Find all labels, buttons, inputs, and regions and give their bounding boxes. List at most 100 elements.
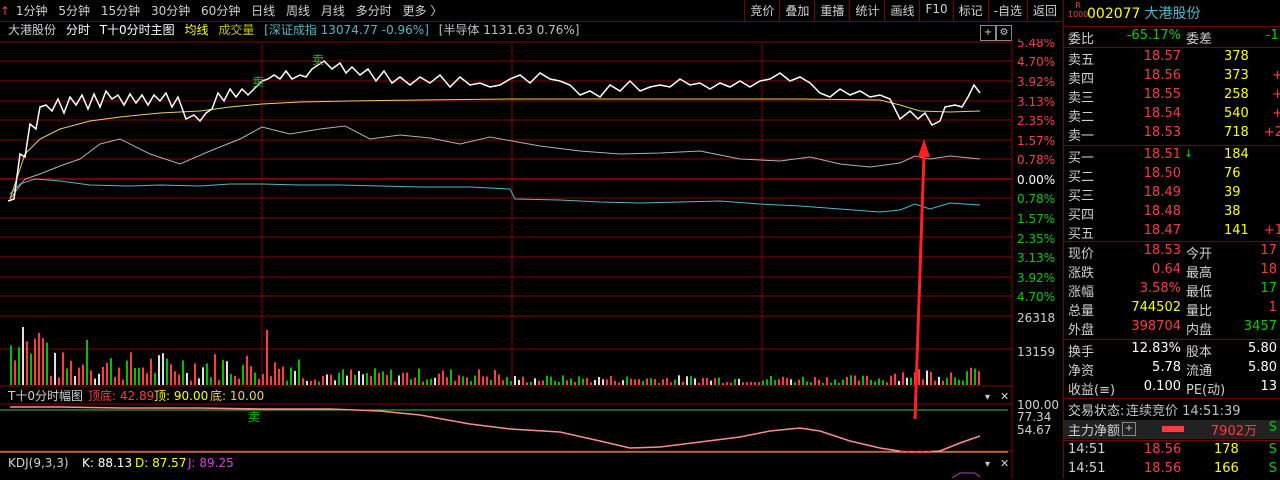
volume-bar <box>882 380 884 385</box>
tab-more[interactable]: 更多 〉 <box>403 4 443 18</box>
bid-row[interactable]: 买一 18.51 ↓ 184 <box>1064 147 1280 166</box>
menu-arrow-icon[interactable]: ↑ <box>0 4 10 18</box>
volume-bar <box>382 371 384 385</box>
volume-bar <box>530 381 532 385</box>
draw-line-button[interactable]: 画线 <box>884 0 919 21</box>
volume-bar <box>422 381 424 385</box>
volume-bar <box>78 367 80 385</box>
tab-day[interactable]: 日线 <box>251 4 275 18</box>
volume-bar <box>634 379 636 385</box>
volume-bar <box>522 376 524 385</box>
volume-bar <box>902 372 904 385</box>
bid-row[interactable]: 买三 18.49 39 <box>1064 185 1280 204</box>
volume-bar <box>290 367 292 385</box>
svg-text:54.67: 54.67 <box>1017 423 1051 437</box>
volume-bar <box>346 375 348 385</box>
price-line <box>7 60 981 202</box>
svg-text:T十0分时幅图: T十0分时幅图 <box>7 388 83 403</box>
volume-bar <box>890 375 892 385</box>
ask-row[interactable]: 卖五 18.57 378 <box>1064 49 1280 68</box>
volume-bar <box>150 358 152 385</box>
tab-week[interactable]: 周线 <box>286 4 310 18</box>
replay-button[interactable]: 重播 <box>814 0 849 21</box>
kdj-dropdown-icon[interactable]: ▾ <box>985 459 990 470</box>
auction-button[interactable]: 竞价 <box>744 0 779 21</box>
volume-bar <box>206 363 208 385</box>
main-indicator-label[interactable]: T十0分时主图 <box>100 23 175 37</box>
bid-row[interactable]: 买五 18.47 141 +1 <box>1064 223 1280 242</box>
volume-bar <box>594 379 596 385</box>
stats-button[interactable]: 统计 <box>849 0 884 21</box>
mark-button[interactable]: 标记 <box>952 0 988 21</box>
volume-bar <box>14 360 16 385</box>
volume-bar <box>230 374 232 385</box>
volume-bar <box>222 359 224 385</box>
ask-row[interactable]: 卖三 18.55 258 + <box>1064 87 1280 106</box>
sub-panel-close-icon[interactable]: ✕ <box>1000 390 1009 403</box>
remove-watchlist-button[interactable]: -自选 <box>987 0 1027 21</box>
intraday-chart[interactable]: 卖 卖 卖 5.48% 4.70% 3.92% 3.13% 2.35% 1.57… <box>0 39 1062 478</box>
volume-bar <box>514 375 516 385</box>
volume-bar <box>630 378 632 385</box>
tab-5min[interactable]: 5分钟 <box>58 4 90 18</box>
sub-panel-dropdown-icon[interactable]: ▾ <box>985 392 990 403</box>
volume-bar <box>762 380 764 385</box>
volume-bar <box>546 375 548 385</box>
ask-row[interactable]: 卖一 18.53 718 +2 <box>1064 125 1280 144</box>
main-flow-row[interactable]: 主力净额 + 7902万 S <box>1064 420 1280 439</box>
volume-bar <box>674 379 676 385</box>
volume-bar <box>250 366 252 385</box>
volume-bar <box>934 380 936 385</box>
volume-bar <box>46 342 48 385</box>
bid-row[interactable]: 买二 18.50 76 <box>1064 166 1280 185</box>
bid-row[interactable]: 买四 18.48 38 <box>1064 204 1280 223</box>
volume-bar <box>850 375 852 385</box>
volume-bar <box>818 379 820 385</box>
volume-bar <box>114 376 116 385</box>
volume-bar <box>510 381 512 385</box>
volume-bar <box>786 378 788 385</box>
arrow-head <box>918 139 930 157</box>
volume-bar <box>606 379 608 385</box>
volume-bar <box>246 355 248 385</box>
volume-bar <box>166 358 168 385</box>
volume-bar <box>122 379 124 385</box>
svg-text:4.70%: 4.70% <box>1017 55 1055 69</box>
back-button[interactable]: 返回 <box>1026 0 1062 21</box>
ask-row[interactable]: 卖四 18.56 373 + <box>1064 68 1280 87</box>
volume-bar <box>918 369 920 385</box>
tab-60min[interactable]: 60分钟 <box>201 4 240 18</box>
volume-bar <box>842 379 844 385</box>
tab-multi-intraday[interactable]: 多分时 <box>356 4 392 18</box>
volume-bar <box>70 360 72 385</box>
volume-bar <box>822 382 824 385</box>
tab-30min[interactable]: 30分钟 <box>151 4 190 18</box>
kdj-close-icon[interactable]: ✕ <box>1000 457 1009 470</box>
volume-bar <box>954 377 956 385</box>
ask-row[interactable]: 卖二 18.54 540 + <box>1064 106 1280 125</box>
volume-bar <box>54 352 56 385</box>
volume-bar <box>362 374 364 385</box>
volume-bar <box>874 381 876 385</box>
tab-1min[interactable]: 1分钟 <box>16 4 48 18</box>
volume-bar <box>794 382 796 385</box>
mode-label[interactable]: 分时 <box>66 23 90 37</box>
f10-button[interactable]: F10 <box>919 0 952 21</box>
volume-bar <box>834 379 836 385</box>
overlay-button[interactable]: 叠加 <box>779 0 814 21</box>
svg-text:0.78%: 0.78% <box>1017 192 1055 206</box>
svg-text:K: 88.13: K: 88.13 <box>82 456 132 470</box>
volume-bar <box>234 375 236 385</box>
volume-bar <box>826 377 828 385</box>
volume-bar <box>534 378 536 385</box>
volume-bar <box>282 366 284 385</box>
volume-bar <box>466 377 468 385</box>
volume-bar <box>350 369 352 385</box>
volume-bar <box>598 376 600 385</box>
svg-text:5.48%: 5.48% <box>1017 39 1055 50</box>
volume-bar <box>898 380 900 385</box>
volume-bar <box>570 378 572 385</box>
tab-month[interactable]: 月线 <box>321 4 345 18</box>
volume-bar <box>286 380 288 385</box>
tab-15min[interactable]: 15分钟 <box>101 4 140 18</box>
